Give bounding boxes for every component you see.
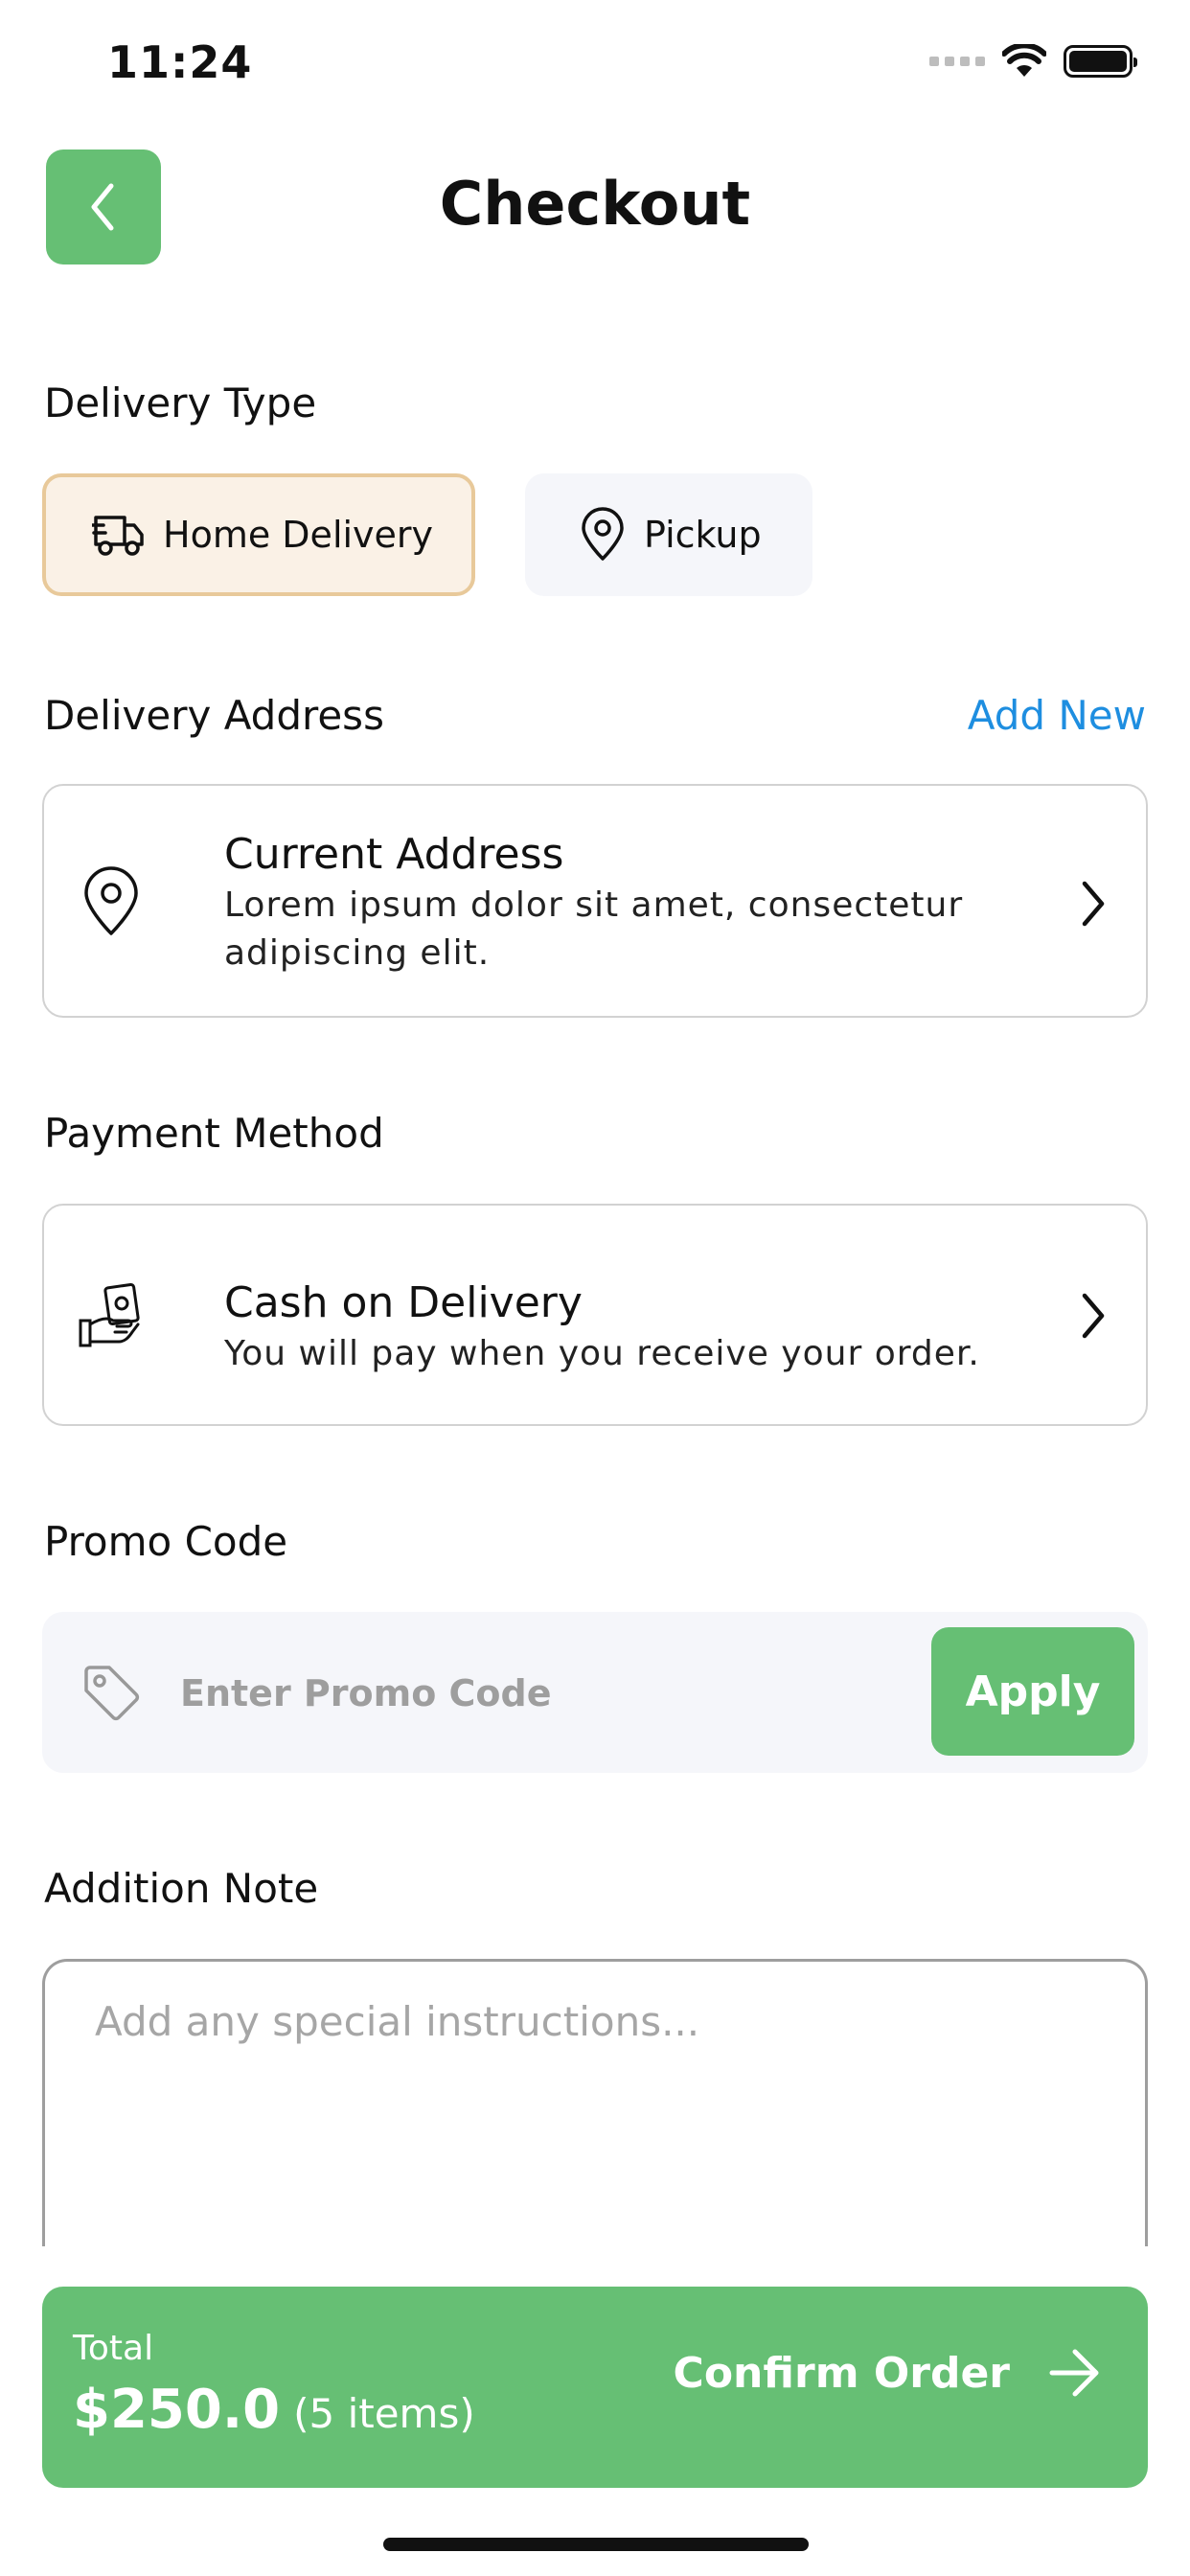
promo-code-field: Apply	[42, 1612, 1148, 1773]
arrow-right-icon	[1049, 2349, 1099, 2397]
delivery-truck-icon	[92, 516, 144, 556]
addition-note-box	[42, 1959, 1148, 2246]
delivery-option-pickup-label: Pickup	[644, 514, 762, 556]
confirm-order-button[interactable]: Confirm Order	[674, 2348, 1102, 2398]
delivery-option-home-label: Home Delivery	[163, 514, 434, 556]
chevron-right-icon	[1082, 1293, 1105, 1339]
address-card-description: Lorem ipsum dolor sit amet, consectetur …	[224, 886, 964, 973]
signal-icon	[929, 57, 985, 66]
payment-card[interactable]: Cash on Delivery You will pay when you r…	[42, 1204, 1148, 1426]
battery-icon	[1064, 45, 1137, 78]
delivery-type-title: Delivery Type	[44, 380, 317, 426]
delivery-option-home[interactable]: Home Delivery	[42, 473, 475, 596]
promo-code-title: Promo Code	[44, 1518, 288, 1565]
promo-code-input[interactable]	[178, 1658, 949, 1729]
checkout-summary-bar: Total $250.0 (5 items) Confirm Order	[42, 2287, 1148, 2488]
cash-hand-icon	[79, 1282, 140, 1347]
chevron-right-icon	[1082, 881, 1105, 927]
status-time: 11:24	[107, 36, 253, 88]
location-pin-icon	[582, 507, 624, 561]
addition-note-title: Addition Note	[44, 1865, 319, 1912]
payment-method-title: Payment Method	[44, 1110, 384, 1157]
address-card-title: Current Address	[224, 830, 564, 879]
total-row: $250.0 (5 items)	[73, 2379, 475, 2441]
delivery-address-title: Delivery Address	[44, 692, 384, 739]
status-icons	[929, 44, 1137, 79]
delivery-option-pickup[interactable]: Pickup	[525, 473, 812, 596]
addition-note-input[interactable]	[93, 1996, 1093, 2211]
payment-card-title: Cash on Delivery	[224, 1278, 583, 1327]
total-amount: $250.0	[73, 2379, 281, 2441]
apply-promo-button[interactable]: Apply	[931, 1627, 1134, 1756]
page-title: Checkout	[439, 169, 751, 239]
total-label: Total	[73, 2329, 154, 2368]
payment-card-description: You will pay when you receive your order…	[224, 1334, 980, 1373]
tag-icon	[84, 1666, 140, 1721]
address-card[interactable]: Current Address Lorem ipsum dolor sit am…	[42, 784, 1148, 1018]
wifi-icon	[1002, 44, 1046, 77]
confirm-order-label: Confirm Order	[673, 2348, 1010, 2398]
add-new-address-link[interactable]: Add New	[968, 692, 1146, 739]
location-pin-icon	[84, 866, 138, 935]
home-indicator	[383, 2538, 809, 2551]
items-count: (5 items)	[293, 2390, 475, 2437]
